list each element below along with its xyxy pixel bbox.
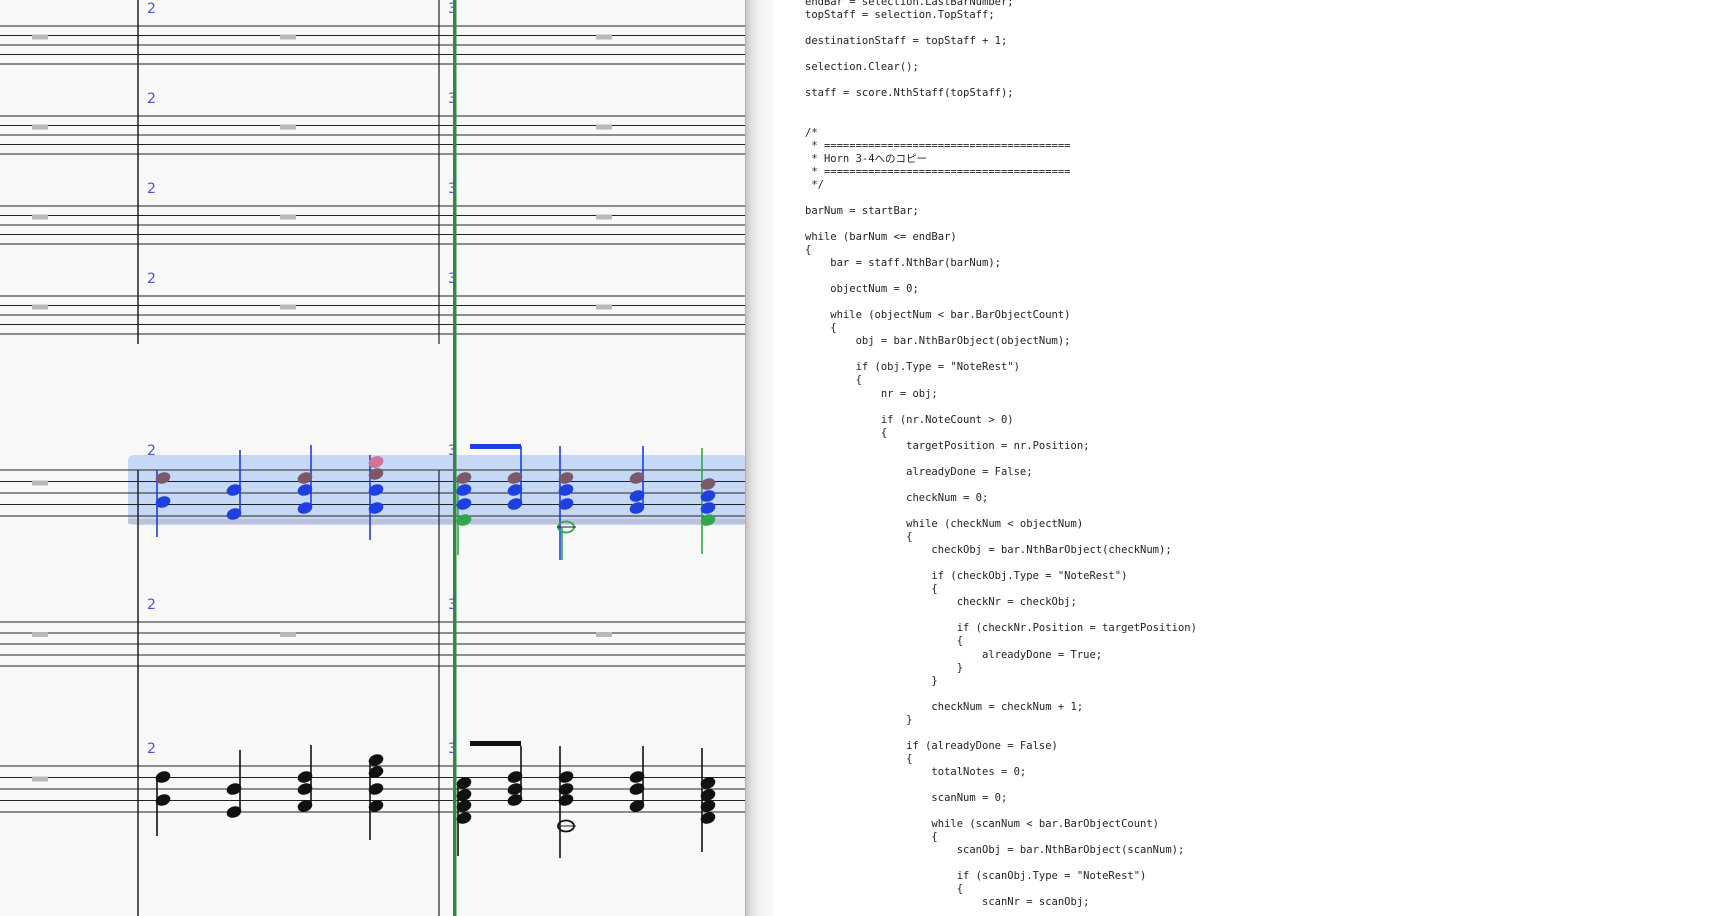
code-line[interactable]: while (objectNum < bar.BarObjectCount) <box>805 309 1070 322</box>
code-line[interactable]: staff = score.NthStaff(topStaff); <box>805 87 1014 100</box>
rest-mark <box>32 34 48 40</box>
code-line[interactable]: topStaff = selection.TopStaff; <box>805 9 995 22</box>
code-line[interactable]: scanObj = bar.NthBarObject(scanNum); <box>805 844 1185 857</box>
code-line[interactable]: checkObj = bar.NthBarObject(checkNum); <box>805 544 1171 557</box>
code-line[interactable]: * Horn 3-4へのコピー <box>805 153 927 166</box>
bar-number: 2 <box>147 443 156 459</box>
code-line[interactable]: alreadyDone = True; <box>805 649 1102 662</box>
code-line[interactable]: if (obj.Type = "NoteRest") <box>805 361 1020 374</box>
rest-mark <box>596 34 612 40</box>
rest-mark <box>280 304 296 310</box>
code-line[interactable]: { <box>805 831 937 844</box>
code-line[interactable]: checkNr = checkObj; <box>805 596 1077 609</box>
bar-number: 2 <box>147 1 156 17</box>
code-line[interactable]: scanNr = scanObj; <box>805 896 1089 909</box>
rest-mark <box>280 124 296 130</box>
code-line[interactable]: { <box>805 427 887 440</box>
code-line[interactable]: scanNum = 0; <box>805 792 1007 805</box>
code-line[interactable]: checkNum = checkNum + 1; <box>805 701 1083 714</box>
rest-mark <box>596 632 612 637</box>
score-canvas[interactable]: 2 32 32 32 32 32 32 3 <box>0 0 750 916</box>
code-line[interactable]: if (alreadyDone = False) <box>805 740 1058 753</box>
code-line[interactable]: } <box>805 714 912 727</box>
bar-number: 2 <box>147 597 156 613</box>
code-line[interactable]: while (barNum <= endBar) <box>805 231 957 244</box>
selection-shadow <box>128 519 748 524</box>
code-line[interactable]: targetPosition = nr.Position; <box>805 440 1089 453</box>
code-line[interactable]: { <box>805 531 912 544</box>
code-line[interactable]: while (checkNum < objectNum) <box>805 518 1083 531</box>
code-line[interactable]: selection.Clear(); <box>805 61 919 74</box>
code-line[interactable]: destinationStaff = topStaff + 1; <box>805 35 1007 48</box>
code-line[interactable]: { <box>805 635 963 648</box>
code-line[interactable]: objectNum = 0; <box>805 283 919 296</box>
rest-mark <box>280 214 296 220</box>
code-line[interactable]: /* <box>805 127 818 140</box>
panel-divider[interactable] <box>745 0 774 916</box>
code-line[interactable]: { <box>805 322 836 335</box>
score-view[interactable]: 23232323232323 <box>0 0 750 916</box>
rest-mark <box>32 124 48 130</box>
rest-mark <box>32 214 48 220</box>
code-line[interactable]: */ <box>805 179 824 192</box>
code-line[interactable]: if (scanObj.Type = "NoteRest") <box>805 870 1147 883</box>
code-line[interactable]: if (checkNr.Position = targetPosition) <box>805 622 1197 635</box>
rest-mark <box>32 480 48 486</box>
code-line[interactable]: totalNotes = 0; <box>805 766 1026 779</box>
code-line[interactable]: { <box>805 244 811 257</box>
rest-mark <box>32 632 48 637</box>
rest-mark <box>280 632 296 637</box>
code-line[interactable]: obj = bar.NthBarObject(objectNum); <box>805 335 1071 348</box>
code-line[interactable]: if (nr.NoteCount > 0) <box>805 414 1014 427</box>
beam <box>470 444 521 449</box>
code-line[interactable]: * ======================================… <box>805 166 1070 179</box>
code-line[interactable]: bar = staff.NthBar(barNum); <box>805 257 1001 270</box>
code-line[interactable]: { <box>805 583 937 596</box>
code-line[interactable]: { <box>805 374 862 387</box>
rest-mark <box>32 776 48 782</box>
bar-number: 2 <box>147 91 156 107</box>
beam <box>470 741 521 746</box>
playback-line <box>453 0 457 916</box>
code-line[interactable]: } <box>805 662 963 675</box>
code-line[interactable]: barNum = startBar; <box>805 205 919 218</box>
rest-mark <box>32 304 48 310</box>
bar-number: 2 <box>147 181 156 197</box>
plugin-code-editor[interactable]: endBar = selection.LastBarNumber; topStaf… <box>773 0 1731 916</box>
code-line[interactable]: if (checkObj.Type = "NoteRest") <box>805 570 1127 583</box>
code-line[interactable]: alreadyDone = False; <box>805 466 1032 479</box>
code-line[interactable]: endBar = selection.LastBarNumber; <box>805 0 1014 9</box>
rest-mark <box>280 34 296 40</box>
code-line[interactable]: { <box>805 883 963 896</box>
bar-number: 2 <box>147 741 156 757</box>
bar-number: 2 <box>147 271 156 287</box>
selection-highlight <box>128 455 748 525</box>
code-line[interactable]: checkNum = 0; <box>805 492 988 505</box>
code-line[interactable]: * ======================================… <box>805 140 1070 153</box>
rest-mark <box>596 304 612 310</box>
code-line[interactable]: { <box>805 753 912 766</box>
code-line[interactable]: while (scanNum < bar.BarObjectCount) <box>805 818 1159 831</box>
code-line[interactable]: } <box>805 675 937 688</box>
rest-mark <box>596 214 612 220</box>
code-line[interactable]: nr = obj; <box>805 388 938 401</box>
rest-mark <box>596 124 612 130</box>
